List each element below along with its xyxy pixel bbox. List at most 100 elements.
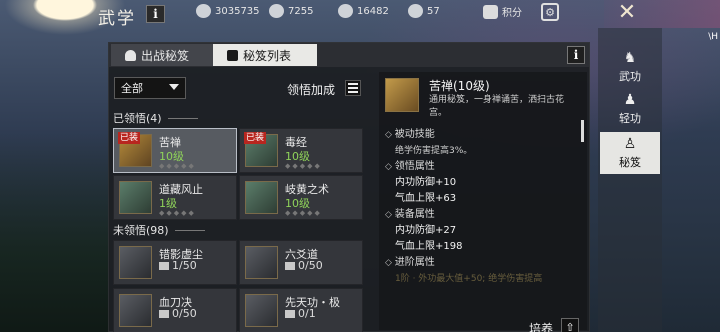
book-icon [227, 49, 238, 61]
divider [174, 229, 205, 231]
leaf-icon [338, 4, 353, 18]
manual-card-dujing[interactable]: 已装 毒经 10级 ◆◆◆◆◆ [239, 128, 363, 173]
manual-card-kuchan[interactable]: 已装 苦禅 10级 ◆◆◆◆◆ [113, 128, 237, 173]
manual-card-daozang[interactable]: 道藏风止 1级 ◆◆◆◆◆ [113, 175, 237, 220]
scroll-icon [385, 78, 419, 112]
equip-attr-stat: 气血上限+198 [395, 241, 463, 252]
fragment-icon [159, 261, 169, 270]
fragment-count: 0/1 [298, 307, 316, 320]
bonus-list-button[interactable] [345, 80, 361, 96]
fragment-count: 1/50 [172, 259, 197, 272]
meditating-figure-icon: ♙ [623, 136, 637, 152]
detail-description: 通用秘笈，一身禅诵苦，洒扫古花宫。 [429, 95, 565, 118]
coin-stack-icon [196, 4, 211, 18]
tab-manual-list[interactable]: 秘笈列表 [213, 44, 317, 66]
fragment-progress: 0/50 [159, 307, 197, 320]
resource-gems-value: 7255 [288, 5, 314, 17]
page-title: 武学 [98, 9, 136, 29]
train-label: 培养 [529, 322, 554, 332]
equipped-badge: 已装 [118, 132, 141, 144]
scroll-icon [245, 181, 278, 214]
fragment-progress: 1/50 [159, 259, 197, 272]
scroll-icon [245, 294, 278, 327]
corner-text: \H [708, 32, 718, 42]
passive-skill-header: 被动技能 [385, 127, 575, 143]
title-info-button[interactable]: i [146, 5, 165, 23]
unlearned-section-label: 未领悟(98) [113, 224, 169, 237]
resource-coins-value: 3035735 [215, 5, 260, 17]
learned-section-label: 已领悟(4) [113, 112, 162, 125]
top-bar: 武学 i 3035735 7255 16482 57 积分 ⚙ ✕ [0, 0, 720, 29]
learned-attr-stat: 内功防御+10 [395, 177, 457, 188]
passive-skill-text: 绝学伤害提高3%。 [395, 146, 473, 156]
bonus-label: 领悟加成 [287, 83, 336, 97]
resource-leaves: 16482 [338, 4, 389, 18]
filter-value: 全部 [121, 82, 143, 95]
points-label: 积分 [502, 8, 522, 19]
tab-manual-list-label: 秘笈列表 [243, 48, 292, 63]
equip-attr-stat: 内功防御+27 [395, 225, 457, 236]
book-icon [119, 181, 152, 214]
nav-manuals[interactable]: ♙ 秘笈 [600, 132, 660, 174]
tab-battle-manuals-label: 出战秘笈 [141, 48, 190, 63]
figure-icon [125, 49, 136, 61]
running-figure-icon: ♟ [623, 92, 637, 108]
filter-dropdown[interactable]: 全部 [114, 77, 186, 99]
resource-pouch-value: 57 [427, 5, 440, 17]
panel-info-button[interactable]: i [567, 46, 585, 64]
nav-martial-arts-label: 武功 [619, 70, 641, 83]
fragment-count: 0/50 [172, 307, 197, 320]
settings-icon[interactable]: ⚙ [541, 3, 559, 21]
nav-martial-arts[interactable]: ♞ 武功 [600, 46, 660, 88]
star-rating: ◆◆◆◆◆ [285, 162, 322, 170]
martial-figure-icon: ♞ [623, 50, 637, 66]
manual-card-xiantian[interactable]: 先天功・极 0/1 [239, 288, 363, 332]
fragment-icon [159, 309, 169, 318]
divider [167, 117, 198, 119]
close-emblem-icon[interactable]: ✕ [614, 0, 640, 26]
nav-lightness-skill-label: 轻功 [619, 112, 641, 125]
manual-card-xuedao[interactable]: 血刀决 0/50 [113, 288, 237, 332]
star-rating: ◆◆◆◆◆ [285, 209, 322, 217]
star-rating: ◆◆◆◆◆ [159, 162, 196, 170]
learned-attr-stat: 气血上限+63 [395, 193, 457, 204]
equipped-badge: 已装 [244, 132, 267, 144]
coin-icon [245, 246, 278, 279]
fragment-icon [285, 309, 295, 318]
resource-leaves-value: 16482 [357, 5, 389, 17]
learned-attr-header: 领悟属性 [385, 159, 575, 175]
gem-icon [269, 4, 284, 18]
unlearned-section-header: 未领悟(98) [113, 222, 205, 238]
manual-card-cuoying[interactable]: 错影虚尘 1/50 [113, 240, 237, 285]
pouch-icon [408, 4, 423, 18]
tab-battle-manuals[interactable]: 出战秘笈 [111, 44, 213, 66]
manual-card-liuyao[interactable]: 六爻道 0/50 [239, 240, 363, 285]
train-button[interactable]: ⇧ [561, 318, 579, 332]
points-icon [483, 4, 498, 19]
fragment-progress: 0/1 [285, 307, 316, 320]
chevron-down-icon [169, 84, 179, 90]
resource-pouch: 57 [408, 4, 440, 18]
equip-attr-header: 装备属性 [385, 207, 575, 223]
learned-section-header: 已领悟(4) [113, 110, 198, 126]
resource-gems: 7255 [269, 4, 313, 18]
resource-coins: 3035735 [196, 4, 260, 18]
nav-manuals-label: 秘笈 [619, 156, 641, 169]
advanced-attr-header: 进阶属性 [385, 255, 575, 271]
points-button[interactable]: 积分 [483, 4, 522, 19]
fragment-count: 0/50 [298, 259, 323, 272]
fragment-icon [285, 261, 295, 270]
background-foliage [0, 132, 110, 332]
scroll-icon [119, 246, 152, 279]
main-panel: 出战秘笈 秘笈列表 i 全部 领悟加成 已领悟(4) 已装 苦禅 10级 ◆◆◆… [108, 42, 590, 332]
manual-card-qihuang[interactable]: 岐黄之术 10级 ◆◆◆◆◆ [239, 175, 363, 220]
nav-lightness-skill[interactable]: ♟ 轻功 [600, 88, 660, 130]
fragment-progress: 0/50 [285, 259, 323, 272]
star-rating: ◆◆◆◆◆ [159, 209, 196, 217]
manual-detail-panel: 苦禅(10级) 通用秘笈，一身禅诵苦，洒扫古花宫。 被动技能 绝学伤害提高3%。… [379, 72, 587, 332]
tab-bar: 出战秘笈 秘笈列表 i [109, 43, 589, 67]
advanced-attr-text: 1阶 · 外功最大值+50; 绝学伤害提高 [395, 274, 543, 284]
blade-icon [119, 294, 152, 327]
detail-attributes: 被动技能 绝学伤害提高3%。 领悟属性 内功防御+10 气血上限+63 装备属性… [385, 127, 575, 287]
detail-scrollbar[interactable] [581, 120, 584, 142]
